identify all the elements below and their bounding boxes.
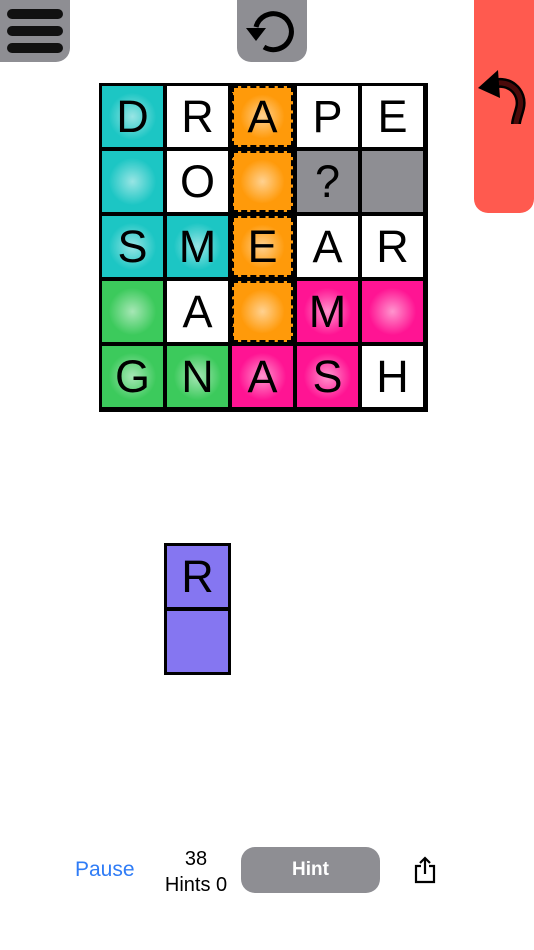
undo-arrow-icon — [478, 70, 526, 125]
board-cell[interactable]: D — [102, 86, 163, 147]
board-cell[interactable]: R — [362, 216, 423, 277]
board-cell[interactable]: A — [167, 281, 228, 342]
board-cell[interactable] — [232, 151, 293, 212]
reset-icon — [246, 11, 294, 53]
board-cell[interactable]: H — [362, 346, 423, 407]
loose-piece[interactable]: R — [164, 543, 231, 675]
undo-button[interactable] — [474, 0, 534, 213]
board-cell[interactable]: M — [167, 216, 228, 277]
board-cell[interactable]: N — [167, 346, 228, 407]
board-cell[interactable]: S — [297, 346, 358, 407]
board-cell[interactable] — [102, 151, 163, 212]
board-cell[interactable]: G — [102, 346, 163, 407]
share-button[interactable] — [412, 856, 438, 889]
hint-button[interactable]: Hint — [241, 847, 380, 893]
board-cell[interactable] — [232, 281, 293, 342]
board-cell[interactable] — [102, 281, 163, 342]
board-cell[interactable]: O — [167, 151, 228, 212]
board-cell[interactable] — [362, 281, 423, 342]
hints-count: Hints 0 — [164, 874, 228, 896]
board-cell[interactable]: E — [362, 86, 423, 147]
piece-cell[interactable] — [167, 611, 228, 672]
menu-button[interactable] — [0, 0, 70, 62]
piece-cell[interactable]: R — [167, 546, 228, 607]
board-cell[interactable]: M — [297, 281, 358, 342]
share-icon — [414, 856, 436, 884]
pause-button[interactable]: Pause — [75, 858, 135, 882]
score-value: 38 — [184, 848, 208, 870]
board-cell[interactable]: A — [232, 346, 293, 407]
board-cell[interactable]: E — [232, 216, 293, 277]
board-cell[interactable] — [362, 151, 423, 212]
game-board: D R A P E O? S M E A R A M G N A S H — [99, 83, 428, 412]
board-cell[interactable]: A — [297, 216, 358, 277]
board-cell[interactable]: ? — [297, 151, 358, 212]
board-cell[interactable]: P — [297, 86, 358, 147]
score-display: 38 Hints 0 — [160, 846, 232, 898]
board-cell[interactable]: R — [167, 86, 228, 147]
reset-button[interactable] — [237, 0, 307, 62]
board-cell[interactable]: S — [102, 216, 163, 277]
board-cell[interactable]: A — [232, 86, 293, 147]
